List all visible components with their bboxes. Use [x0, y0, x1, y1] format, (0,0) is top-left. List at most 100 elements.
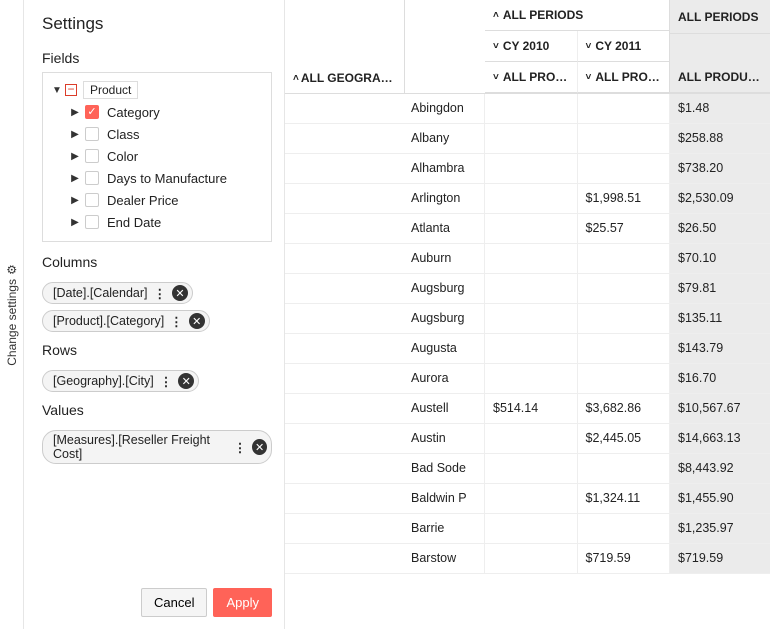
row-label[interactable]: Bad Sode: [405, 454, 485, 483]
tree-node[interactable]: ▶ Category: [51, 101, 263, 123]
column-chip[interactable]: [Date].[Calendar]⋮✕: [42, 282, 193, 304]
caret-right-icon[interactable]: ▶: [69, 107, 81, 118]
tree-node-label: Class: [107, 127, 140, 142]
table-row: Bad Sode$8,443.92: [285, 454, 770, 484]
row-label[interactable]: Abingdon: [405, 94, 485, 123]
cell-total: $16.70: [670, 364, 770, 393]
tree-node-label: Dealer Price: [107, 193, 179, 208]
table-row: Abingdon $1.48: [285, 94, 770, 124]
row-label[interactable]: Augsburg: [405, 304, 485, 333]
checkbox[interactable]: [85, 127, 99, 141]
cell-cy2010: [485, 484, 578, 513]
row-label[interactable]: Augusta: [405, 334, 485, 363]
caret-down-icon[interactable]: ▼: [51, 85, 63, 96]
cell-cy2010: [485, 214, 578, 243]
row-label[interactable]: Albany: [405, 124, 485, 153]
close-icon[interactable]: ✕: [252, 439, 267, 455]
row-label[interactable]: Auburn: [405, 244, 485, 273]
tree-node[interactable]: ▶ Class: [51, 123, 263, 145]
close-icon[interactable]: ✕: [178, 373, 194, 389]
cell-cy2010: [485, 124, 578, 153]
chip-label: [Date].[Calendar]: [53, 286, 148, 300]
columns-label: Columns: [42, 254, 272, 270]
row-label[interactable]: Arlington: [405, 184, 485, 213]
checkbox[interactable]: [85, 105, 99, 119]
row-label[interactable]: Austin: [405, 424, 485, 453]
cell-cy2010: [485, 454, 578, 483]
cell-cy2010: [485, 424, 578, 453]
fields-label: Fields: [42, 50, 272, 66]
col-header-cy2010[interactable]: ˅ CY 2010: [485, 31, 578, 62]
col-subheader-cy2011[interactable]: ˅ ALL PRO…: [578, 62, 670, 93]
pivot-grid: ˄ ALL GEOGRA… ˄ ALL PERIODS ˅ CY 2010: [284, 0, 770, 629]
settings-tab[interactable]: Change settings ⚙: [0, 0, 24, 629]
value-chip[interactable]: [Measures].[Reseller Freight Cost]⋮✕: [42, 430, 272, 464]
cell-cy2010: [485, 334, 578, 363]
kebab-icon[interactable]: ⋮: [166, 314, 187, 329]
kebab-icon[interactable]: ⋮: [230, 440, 251, 455]
cancel-button[interactable]: Cancel: [141, 588, 207, 617]
tree-root[interactable]: ▼ − Product: [51, 79, 263, 101]
tree-node[interactable]: ▶ Dealer Price: [51, 189, 263, 211]
settings-panel: Settings Fields ▼ − Product ▶ Category ▶ Cl…: [24, 0, 284, 629]
settings-tab-label: Change settings: [5, 279, 19, 366]
cell-cy2011: [578, 244, 671, 273]
chevron-down-icon: ˅: [586, 72, 592, 83]
row-label[interactable]: Alhambra: [405, 154, 485, 183]
kebab-icon[interactable]: ⋮: [156, 374, 177, 389]
kebab-icon[interactable]: ⋮: [150, 286, 171, 301]
col-subheader-cy2010[interactable]: ˅ ALL PRO…: [485, 62, 578, 93]
tree-node[interactable]: ▶Days to Manufacture: [51, 167, 263, 189]
caret-right-icon[interactable]: ▶: [69, 195, 81, 206]
table-row: Auburn$70.10: [285, 244, 770, 274]
values-label: Values: [42, 402, 272, 418]
cell-cy2011: [578, 364, 671, 393]
close-icon[interactable]: ✕: [189, 313, 205, 329]
tree-node-label: Category: [107, 105, 160, 120]
checkbox[interactable]: [85, 149, 99, 163]
tree-node[interactable]: ▶Color: [51, 145, 263, 167]
row-axis-header[interactable]: ˄ ALL GEOGRA…: [285, 63, 401, 93]
rows-label: Rows: [42, 342, 272, 358]
checkbox[interactable]: [85, 193, 99, 207]
caret-right-icon[interactable]: ▶: [69, 151, 81, 162]
cell-total: $10,567.67: [670, 394, 770, 423]
tree-node[interactable]: ▶End Date: [51, 211, 263, 233]
row-label[interactable]: Atlanta: [405, 214, 485, 243]
cell-total: $1.48: [670, 94, 770, 123]
table-row: Augsburg$135.11: [285, 304, 770, 334]
caret-right-icon[interactable]: ▶: [69, 129, 81, 140]
row-label[interactable]: Austell: [405, 394, 485, 423]
column-chip[interactable]: [Product].[Category]⋮✕: [42, 310, 210, 332]
caret-right-icon[interactable]: ▶: [69, 173, 81, 184]
row-label[interactable]: Barrie: [405, 514, 485, 543]
apply-button[interactable]: Apply: [213, 588, 272, 617]
cell-cy2010: [485, 94, 578, 123]
cell-cy2011: [578, 514, 671, 543]
settings-title: Settings: [42, 14, 272, 34]
row-label[interactable]: Baldwin P: [405, 484, 485, 513]
caret-right-icon[interactable]: ▶: [69, 217, 81, 228]
cell-total: $2,530.09: [670, 184, 770, 213]
col-header-all-periods[interactable]: ˄ ALL PERIODS: [485, 0, 669, 31]
chevron-up-icon: ˄: [293, 73, 299, 84]
row-label[interactable]: Augsburg: [405, 274, 485, 303]
cell-cy2011: [578, 454, 671, 483]
cell-total: $738.20: [670, 154, 770, 183]
close-icon[interactable]: ✕: [172, 285, 188, 301]
row-chip[interactable]: [Geography].[City]⋮✕: [42, 370, 199, 392]
cell-cy2011: $1,324.11: [578, 484, 671, 513]
table-row: Austin$2,445.05$14,663.13: [285, 424, 770, 454]
cell-total: $143.79: [670, 334, 770, 363]
cell-cy2010: $514.14: [485, 394, 578, 423]
chip-label: [Measures].[Reseller Freight Cost]: [53, 433, 228, 461]
table-row: Albany$258.88: [285, 124, 770, 154]
col-header-cy2011[interactable]: ˅ CY 2011: [578, 31, 670, 62]
checkbox[interactable]: [85, 171, 99, 185]
cell-cy2011: $3,682.86: [578, 394, 671, 423]
minus-icon[interactable]: −: [65, 84, 77, 96]
row-label[interactable]: Aurora: [405, 364, 485, 393]
row-label[interactable]: Barstow: [405, 544, 485, 573]
checkbox[interactable]: [85, 215, 99, 229]
total-header-mid: [670, 34, 770, 62]
